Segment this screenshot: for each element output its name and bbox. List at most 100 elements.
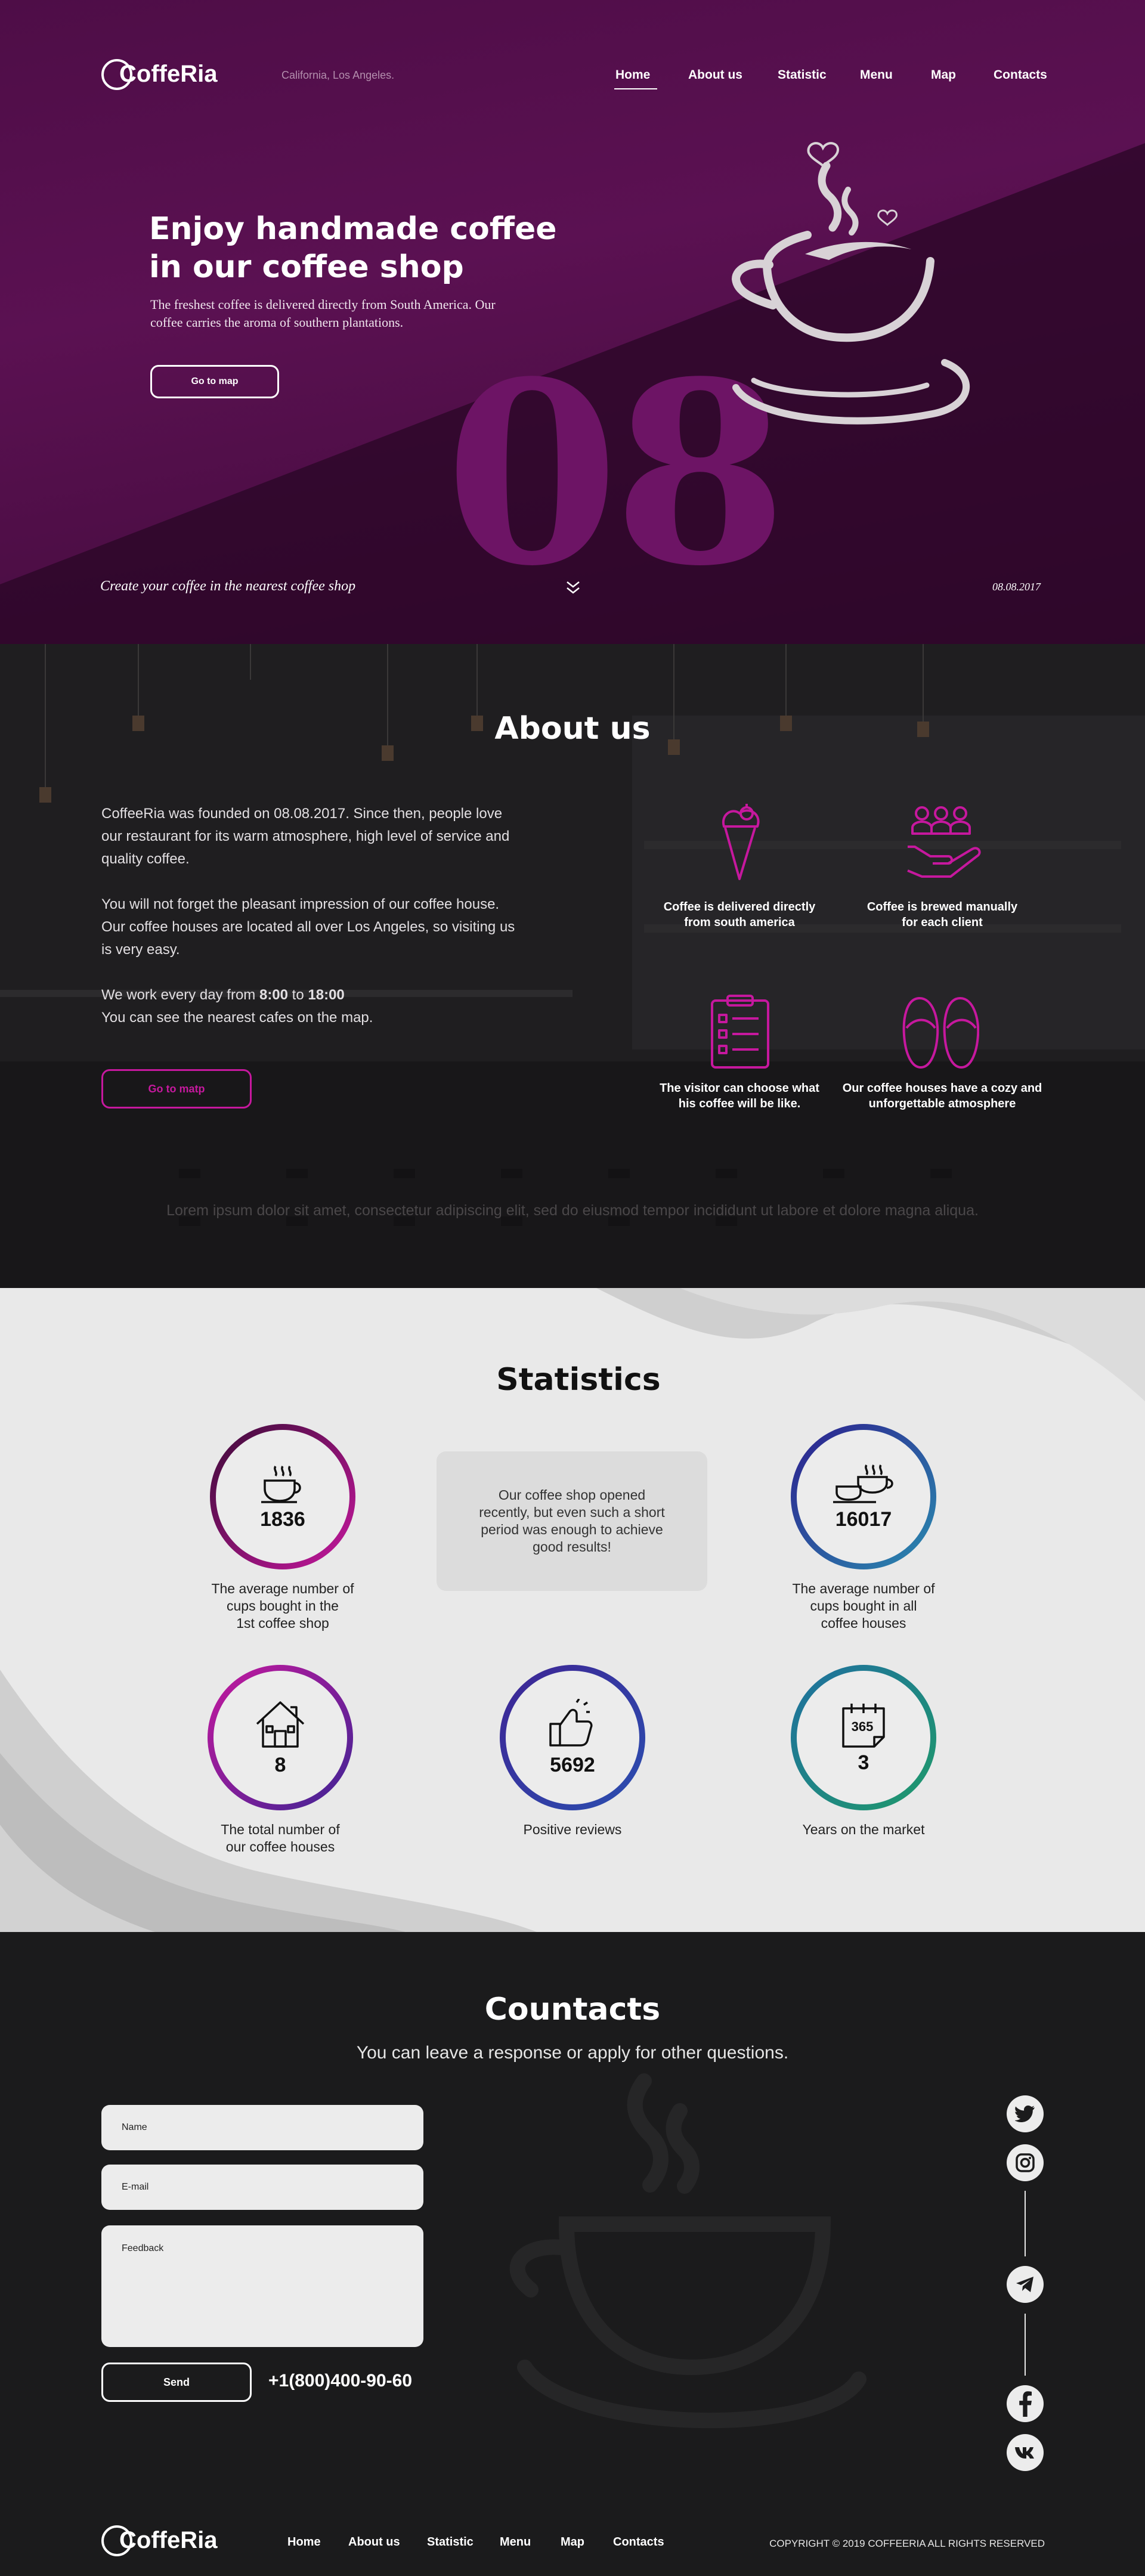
stats-box-line4: good results! — [533, 1539, 611, 1555]
about-p2-line1: You will not forget the pleasant impress… — [101, 896, 500, 912]
footer-logo[interactable]: CoffeRia — [101, 2525, 217, 2556]
twitter-button[interactable] — [1007, 2095, 1044, 2132]
contacts-section: Countacts You can leave a response or ap… — [0, 1932, 1145, 2576]
stat-ring-3: 8 — [208, 1665, 353, 1810]
stat-value-5: 3 — [858, 1751, 869, 1774]
about-paragraph-1: CoffeeRia was founded on 08.08.2017. Sin… — [101, 803, 567, 871]
stats-title: Statistics — [496, 1362, 661, 1398]
hours-mid: to — [288, 987, 308, 1003]
email-placeholder: E-mail — [122, 2182, 149, 2192]
feature-2-line1: Coffee is brewed manually — [867, 900, 1018, 914]
coffee-cup-illustration — [731, 142, 970, 425]
stat-1-cap-line3: 1st coffee shop — [236, 1615, 329, 1631]
social-divider-bottom — [1025, 2314, 1026, 2376]
hours-prefix: We work every day from — [101, 987, 259, 1003]
hero-title: Enjoy handmade coffee in our coffee shop — [149, 210, 626, 286]
feature-4-line2: unforgettable atmosphere — [868, 1097, 1016, 1110]
nav-statistic[interactable]: Statistic — [778, 68, 827, 82]
contacts-subtitle: You can leave a response or apply for ot… — [356, 2043, 789, 2063]
about-lorem-text: Lorem ipsum dolor sit amet, consectetur … — [166, 1202, 979, 1219]
stat-2-cap-line3: coffee houses — [821, 1615, 906, 1631]
stats-box-line2: recently, but even such a short — [479, 1504, 665, 1520]
coffee-cup-watermark — [509, 2073, 867, 2429]
footer-nav-map[interactable]: Map — [561, 2535, 584, 2549]
logo-circle-icon — [101, 59, 132, 90]
header-nav: Home About us Statistic Menu Map Contact… — [614, 68, 1047, 92]
calendar-365-icon: 365 — [840, 1701, 887, 1748]
vk-button[interactable] — [1007, 2434, 1044, 2471]
vk-icon — [1015, 2447, 1034, 2459]
stat-ring-1-inner: 1836 — [216, 1430, 349, 1563]
hero-go-to-map-button[interactable]: Go to map — [150, 365, 279, 398]
hero-section: CoffeRia California, Los Angeles. Home A… — [0, 0, 1145, 644]
hero-date: 08.08.2017 — [992, 581, 1041, 593]
hero-tagline: Create your coffee in the nearest coffee… — [100, 578, 356, 594]
about-p3-line2: You can see the nearest cafes on the map… — [101, 1010, 373, 1026]
stat-ring-3-inner: 8 — [213, 1671, 347, 1804]
thumbs-up-icon — [549, 1698, 593, 1747]
header-logo[interactable]: CoffeRia — [101, 58, 218, 90]
twitter-icon — [1015, 2106, 1035, 2122]
slippers-icon — [902, 996, 979, 1069]
nav-menu[interactable]: Menu — [860, 68, 893, 82]
stat-value-4: 5692 — [550, 1753, 595, 1776]
feature-3-line1: The visitor can choose what — [660, 1082, 819, 1095]
stats-section: Statistics 1836 The average number of cu… — [0, 1288, 1145, 1932]
about-title: About us — [494, 711, 651, 747]
email-field[interactable]: E-mail — [101, 2165, 423, 2210]
feature-title-2: Coffee is brewed manually for each clien… — [847, 899, 1038, 930]
stat-ring-4: 5692 — [500, 1665, 645, 1810]
ice-cream-icon — [722, 804, 760, 880]
name-field[interactable]: Name — [101, 2105, 423, 2150]
stat-ring-5-inner: 365 3 — [797, 1671, 930, 1804]
footer-nav-statistic[interactable]: Statistic — [427, 2535, 474, 2549]
about-hours-line: We work every day from 8:00 to 18:00 — [101, 984, 567, 1007]
stat-caption-5: Years on the market — [802, 1822, 925, 1837]
instagram-button[interactable] — [1007, 2144, 1044, 2181]
hero-subtitle-line1: The freshest coffee is delivered directl… — [150, 297, 496, 312]
telegram-button[interactable] — [1007, 2266, 1044, 2303]
stat-ring-5: 365 3 — [791, 1665, 936, 1810]
stat-caption-2: The average number of cups bought in all… — [768, 1580, 959, 1632]
about-p2-line3: is very easy. — [101, 942, 180, 958]
nav-map[interactable]: Map — [931, 68, 956, 82]
stat-3-cap-line2: our coffee houses — [225, 1839, 335, 1854]
stat-ring-2: 16017 — [791, 1424, 936, 1569]
footer-nav-about[interactable]: About us — [348, 2535, 400, 2549]
calendar-label: 365 — [851, 1719, 874, 1734]
stat-value-1: 1836 — [260, 1507, 305, 1531]
contact-phone[interactable]: +1(800)400-90-60 — [268, 2371, 412, 2391]
hours-open: 8:00 — [259, 987, 289, 1003]
about-p1-line3: quality coffee. — [101, 851, 190, 867]
stat-ring-2-inner: 16017 — [797, 1430, 930, 1563]
footer-nav-menu[interactable]: Menu — [500, 2535, 531, 2549]
stat-value-2: 16017 — [835, 1507, 892, 1531]
logo-text: CoffeRia — [119, 60, 218, 87]
feature-3-line2: his coffee will be like. — [678, 1097, 801, 1110]
stat-caption-1: The average number of cups bought in the… — [187, 1580, 378, 1632]
feature-1-line2: from south america — [684, 916, 795, 929]
about-go-to-map-button[interactable]: Go to matp — [101, 1069, 252, 1109]
nav-home[interactable]: Home — [615, 68, 650, 82]
send-button[interactable]: Send — [101, 2363, 252, 2402]
nav-contacts[interactable]: Contacts — [994, 68, 1047, 82]
scroll-down-chevron-icon[interactable] — [564, 578, 582, 596]
hero-title-line2: in our coffee shop — [149, 249, 464, 285]
contacts-title: Countacts — [484, 1992, 661, 2027]
checklist-clipboard-icon — [711, 995, 769, 1069]
facebook-button[interactable] — [1007, 2385, 1044, 2422]
feedback-field[interactable]: Feedback — [101, 2225, 423, 2347]
coffee-cup-icon — [261, 1465, 301, 1503]
about-p2-line2: Our coffee houses are located all over L… — [101, 919, 515, 935]
footer-nav-contacts[interactable]: Contacts — [613, 2535, 664, 2549]
house-icon — [256, 1701, 305, 1748]
facebook-icon — [1019, 2391, 1032, 2417]
stat-value-3: 8 — [274, 1753, 286, 1776]
stat-caption-3: The total number of our coffee houses — [185, 1821, 376, 1856]
stat-ring-4-inner: 5692 — [506, 1671, 639, 1804]
nav-about[interactable]: About us — [688, 68, 742, 82]
footer-nav-home[interactable]: Home — [287, 2535, 321, 2549]
feature-title-4: Our coffee houses have a cozy and unforg… — [823, 1080, 1062, 1111]
name-placeholder: Name — [122, 2122, 147, 2132]
feature-2-line2: for each client — [902, 916, 983, 929]
